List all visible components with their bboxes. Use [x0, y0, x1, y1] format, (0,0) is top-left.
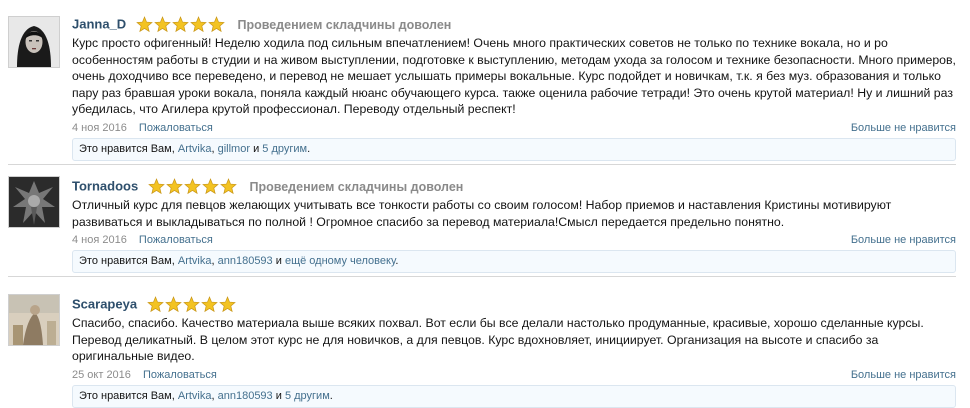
avatar[interactable]: [8, 176, 60, 228]
author-name[interactable]: Janna_D: [72, 17, 126, 32]
verdict-label: Проведением складчины доволен: [237, 17, 452, 32]
star-icon: [208, 15, 225, 32]
likes-sep: ,: [211, 255, 215, 267]
liker-link[interactable]: ann180593: [218, 255, 273, 267]
unlike-link[interactable]: Больше не нравится: [851, 367, 956, 383]
review-text: Курс просто офигенный! Неделю ходила под…: [72, 36, 956, 116]
unlike-link[interactable]: Больше не нравится: [851, 232, 956, 248]
likes-and: и: [253, 142, 260, 155]
liker-link[interactable]: gillmor: [218, 143, 250, 155]
likes-end: .: [307, 142, 311, 155]
review-date: 25 окт 2016: [72, 368, 131, 381]
report-link[interactable]: Пожаловаться: [143, 369, 217, 381]
rating-stars: [136, 15, 226, 34]
author-name[interactable]: Tornadoos: [72, 179, 138, 194]
review-date: 4 ноя 2016: [72, 234, 127, 246]
star-icon: [220, 177, 237, 194]
review-text: Отличный курс для певцов желающих учитыв…: [72, 198, 892, 229]
review-date: 4 ноя 2016: [72, 121, 127, 134]
rating-stars: [148, 177, 238, 196]
report-link[interactable]: Пожаловаться: [139, 234, 213, 246]
star-icon: [182, 295, 200, 312]
review-item: Scarapeya Спасибо, спасибо. Качество мат…: [8, 276, 956, 408]
star-icon: [136, 15, 153, 32]
liker-link[interactable]: Artvika: [178, 255, 212, 267]
likes-prefix: Это нравится Вам,: [79, 142, 175, 155]
rating-stars: [146, 295, 237, 314]
star-icon: [202, 177, 219, 194]
likes-bar: Это нравится Вам, Artvika, ann180593 и е…: [72, 250, 956, 273]
star-icon: [148, 177, 165, 194]
verdict-label: Проведением складчины доволен: [249, 179, 464, 194]
avatar[interactable]: [8, 16, 60, 68]
likes-bar: Это нравится Вам, Artvika, gillmor и 5 д…: [72, 137, 956, 161]
star-icon: [184, 177, 201, 194]
review-text: Спасибо, спасибо. Качество материала выш…: [72, 316, 924, 363]
report-link[interactable]: Пожаловаться: [139, 122, 213, 134]
avatar[interactable]: [8, 294, 60, 346]
review-item: Tornadoos Проведением складчины доволен …: [8, 164, 956, 277]
liker-link[interactable]: Artvika: [178, 143, 212, 155]
star-icon: [190, 15, 207, 32]
star-icon: [146, 295, 164, 312]
likes-others-link[interactable]: ещё одному человеку: [285, 255, 395, 267]
unlike-link[interactable]: Больше не нравится: [851, 120, 956, 136]
star-icon: [200, 295, 218, 312]
star-icon: [218, 295, 236, 312]
likes-end: .: [395, 255, 399, 267]
likes-sep: ,: [211, 142, 215, 155]
review-item: Janna_D Проведением складчины доволен Ку…: [8, 6, 956, 165]
likes-and: и: [275, 255, 282, 267]
star-icon: [172, 15, 189, 32]
likes-prefix: Это нравится Вам,: [79, 255, 175, 267]
star-icon: [164, 295, 182, 312]
likes-bar: Это нравится Вам, Artvika, ann180593 и 5…: [72, 384, 956, 408]
likes-others-link[interactable]: 5 другим: [262, 143, 307, 155]
author-name[interactable]: Scarapeya: [72, 297, 137, 312]
star-icon: [166, 177, 183, 194]
star-icon: [154, 15, 171, 32]
